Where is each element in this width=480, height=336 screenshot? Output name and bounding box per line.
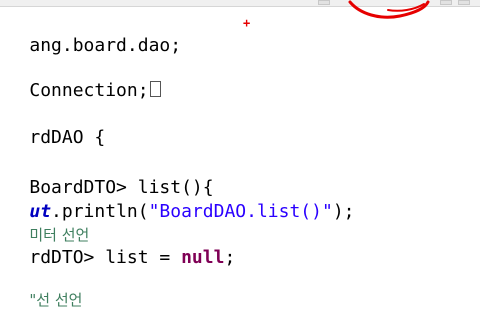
code-text: rdDAO { <box>29 127 106 148</box>
text-cursor <box>149 81 161 97</box>
code-line-import: Connection; <box>0 55 161 101</box>
code-editor[interactable]: ang.board.dao; Connection; rdDAO { Board… <box>0 6 480 309</box>
code-text: ); <box>332 201 355 222</box>
code-text: Connection; <box>29 80 149 101</box>
code-line-method-signature: BoardDTO> list(){ <box>0 152 213 198</box>
code-keyword: null <box>181 247 225 268</box>
code-comment: "선 선언 <box>29 291 83 309</box>
code-string: "BoardDAO.list()" <box>148 201 333 222</box>
code-line-comment: 미터 선언 <box>0 199 89 244</box>
code-line-declaration: rdDTO> list = null; <box>0 222 235 268</box>
code-line-package: ang.board.dao; <box>0 10 181 56</box>
toolbar-button[interactable] <box>318 0 330 5</box>
code-text: ; <box>224 247 236 268</box>
crosshair-icon: + <box>243 16 251 30</box>
code-line-println: ut.println("BoardDAO.list()"); <box>0 176 354 222</box>
code-text: ang.board.dao; <box>29 35 182 56</box>
red-scribble-annotation <box>348 0 430 19</box>
code-line-comment-partial: "선 선언 <box>0 264 82 309</box>
code-line-class-declaration: rdDAO { <box>0 102 105 148</box>
